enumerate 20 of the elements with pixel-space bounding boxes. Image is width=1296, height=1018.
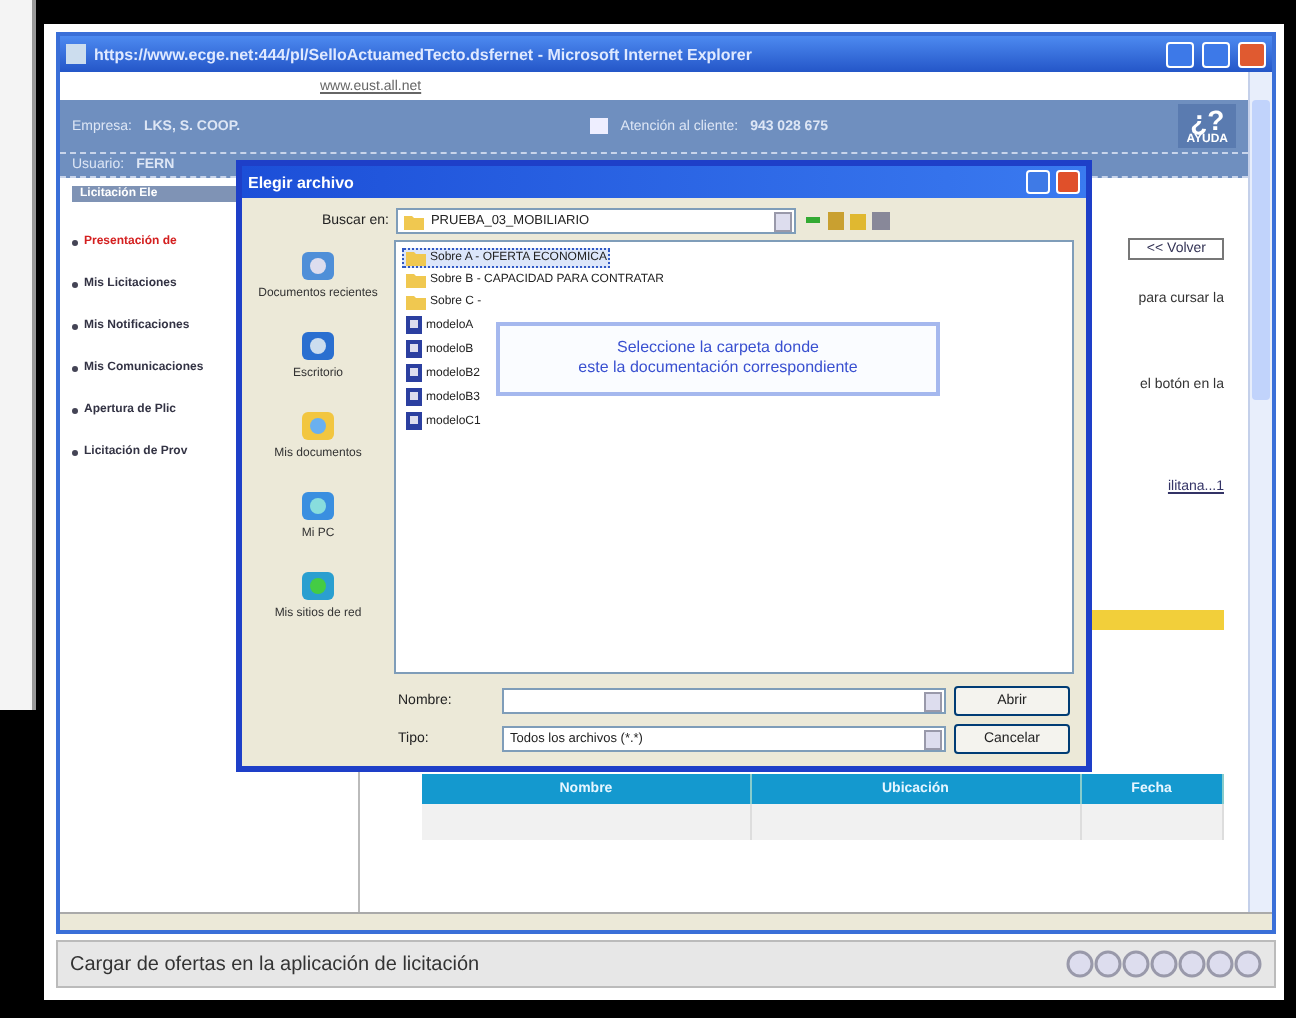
minimize-button[interactable] <box>1166 41 1194 67</box>
bullet-icon <box>72 365 78 371</box>
close-button[interactable] <box>1056 170 1080 194</box>
name-field[interactable] <box>502 688 946 714</box>
window-title: https://www.ecge.net:444/pl/SelloActuamedTecto.dsfernet - Microsoft Internet Explorer <box>94 45 754 63</box>
maximize-button[interactable] <box>1202 41 1230 67</box>
help-button[interactable] <box>1026 170 1050 194</box>
close-button[interactable] <box>1238 41 1266 67</box>
bullet-icon <box>72 239 78 245</box>
bullet-icon <box>72 281 78 287</box>
tooltip: Seleccione la carpeta donde este la documentación correspondiente <box>496 322 940 396</box>
scrollbar[interactable] <box>1248 72 1272 912</box>
bullet-icon <box>72 449 78 455</box>
bullet-icon <box>72 323 78 329</box>
toolbar-icons[interactable] <box>804 210 893 232</box>
bullet-icon <box>72 407 78 413</box>
table-cell <box>1081 804 1224 840</box>
page-icon <box>66 44 86 64</box>
caption-text: Cargar de ofertas en la aplicación de licitación <box>70 953 482 975</box>
dialog-title: Elegir archivo <box>248 173 356 191</box>
